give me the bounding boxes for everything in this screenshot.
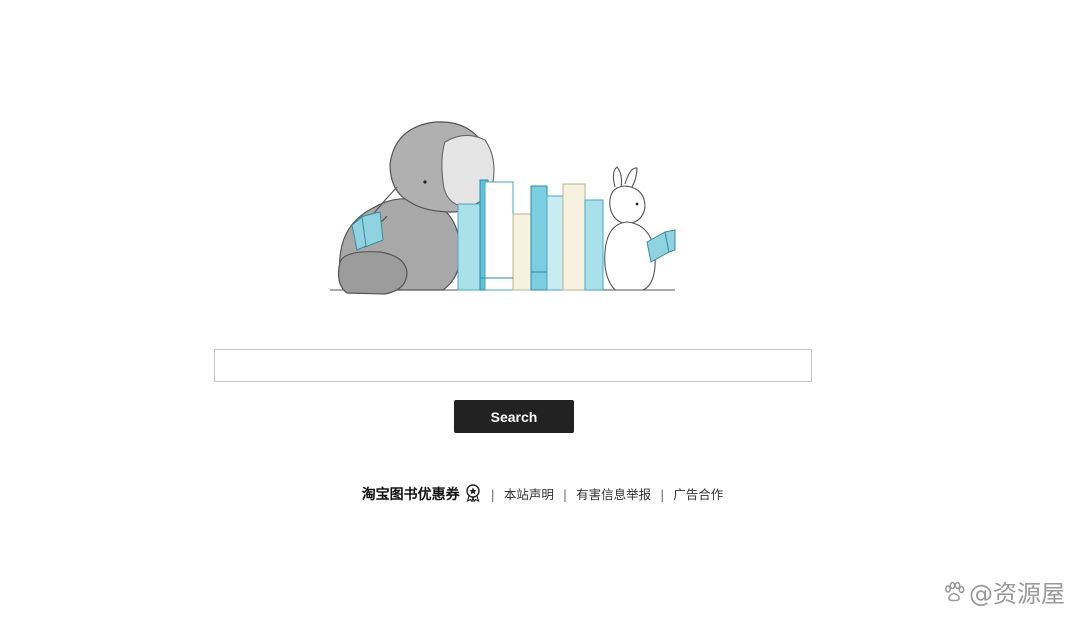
bookshelf-books [457,179,604,291]
rabbit-figure [604,166,676,291]
search-button[interactable]: Search [454,400,574,433]
footer-separator: | [562,487,568,502]
paw-icon [945,581,965,601]
hero-illustration [330,121,676,295]
watermark-text: @资源屋 [969,580,1065,608]
footer-link-report-harmful-info[interactable]: 有害信息举报 [576,487,651,502]
footer-links: 淘宝图书优惠券 | 本站声明 | 有害信息举报 | 广告合作 [0,484,1085,504]
footer-link-site-statement[interactable]: 本站声明 [504,487,554,502]
search-input[interactable] [214,349,812,382]
footer-link-ad-cooperation[interactable]: 广告合作 [673,487,723,502]
watermark: @资源屋 [943,574,1065,609]
footer-separator: | [490,487,495,502]
award-badge-icon [465,484,480,502]
footer-separator: | [660,487,665,502]
footer-link-taobao-coupons[interactable]: 淘宝图书优惠券 [362,487,460,503]
